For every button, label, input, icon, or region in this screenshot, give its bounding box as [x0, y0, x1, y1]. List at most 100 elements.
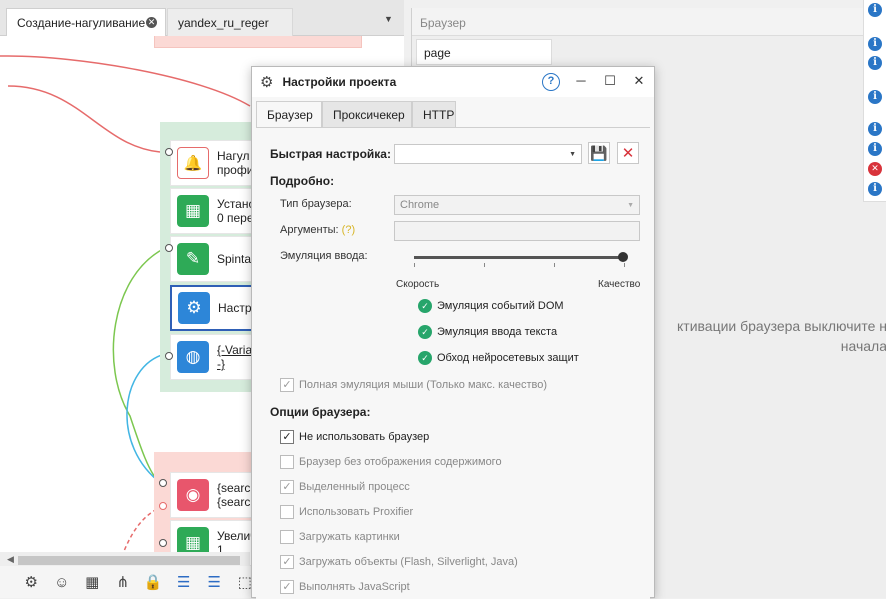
browser-type-select[interactable]: Chrome ▼ [394, 195, 640, 215]
detailed-label: Подробно: [270, 174, 335, 188]
node-label-link[interactable]: {-Varia -} [217, 343, 252, 371]
node-label-line: Устано 0 пере [217, 197, 256, 225]
javascript-checkbox[interactable]: ✓ Выполнять JavaScript [280, 580, 410, 594]
tab-page[interactable]: page [416, 39, 552, 65]
input-emulation-slider[interactable] [414, 256, 624, 259]
save-preset-button[interactable]: 💾 [588, 142, 610, 164]
neural-bypass-toggle[interactable]: ✓ Обход нейросетевых защит [418, 351, 579, 365]
tab-project-inactive-label: yandex_ru_reger [178, 16, 269, 30]
checkbox-box: ✓ [280, 480, 294, 494]
chevron-down-icon: ▼ [569, 151, 576, 158]
node-port[interactable] [165, 352, 173, 360]
full-mouse-emulation-checkbox[interactable]: ✓ Полная эмуляция мыши (Только макс. кач… [280, 378, 547, 392]
tab-proxy-checker[interactable]: Проксичекер [322, 101, 412, 127]
browser-type-label: Тип браузера: [280, 198, 352, 210]
close-icon: ✕ [621, 145, 635, 162]
info-icon[interactable]: i [868, 37, 882, 51]
proxifier-checkbox[interactable]: Использовать Proxifier [280, 505, 413, 519]
gear-icon[interactable]: ⚙ [16, 568, 47, 596]
canvas-node[interactable]: ◍ {-Varia -} [170, 334, 260, 380]
info-icon[interactable]: i [868, 182, 882, 196]
dom-events-toggle[interactable]: ✓ Эмуляция событий DOM [418, 299, 564, 313]
checkbox-label: Полная эмуляция мыши (Только макс. качес… [299, 379, 547, 391]
info-icon[interactable]: i [868, 142, 882, 156]
checkbox-label: Выделенный процесс [299, 481, 410, 493]
slider-thumb[interactable] [618, 252, 628, 262]
tab-browser[interactable]: Браузер [256, 101, 322, 127]
node-label: Устано 0 пере [217, 197, 255, 225]
user-icon[interactable]: ☺ [47, 568, 78, 596]
connection-line [7, 85, 161, 153]
canvas-node[interactable]: 🔔 Нагул профи [170, 140, 260, 186]
toggle-label: Обход нейросетевых защит [437, 352, 579, 364]
list-icon[interactable]: ☰ [169, 568, 200, 596]
arguments-label: Аргументы: (?) [280, 224, 355, 236]
canvas-node[interactable]: ▦ Устано 0 пере [170, 188, 260, 234]
toggle-icon: ◉ [177, 479, 209, 511]
info-icon[interactable]: i [868, 3, 882, 17]
toggle-label: Эмуляция ввода текста [437, 326, 558, 338]
node-port[interactable] [159, 502, 167, 510]
floppy-icon: 💾 [590, 144, 608, 161]
node-port[interactable] [159, 479, 167, 487]
headless-checkbox[interactable]: Браузер без отображения содержимого [280, 455, 502, 469]
load-objects-checkbox[interactable]: ✓ Загружать объекты (Flash, Silverlight,… [280, 555, 518, 569]
tab-project-active[interactable]: Создание-нагуливание ✕ [6, 8, 166, 36]
hierarchy-icon[interactable]: ⋔ [108, 568, 139, 596]
canvas-node-selected[interactable]: ⚙ Настро [170, 285, 260, 331]
tab-project-active-label: Создание-нагуливание [17, 16, 146, 30]
bell-icon: 🔔 [177, 147, 209, 179]
info-icon[interactable]: i [868, 122, 882, 136]
quick-setting-select[interactable]: ▼ [394, 144, 582, 164]
lock-icon[interactable]: 🔒 [138, 568, 169, 596]
info-icon[interactable]: i [868, 56, 882, 70]
check-circle-icon: ✓ [418, 351, 432, 365]
help-icon[interactable]: ? [542, 73, 560, 91]
canvas-toolbar: ⚙ ☺ ▦ ⋔ 🔒 ☰ ☰ ⬚ [0, 566, 260, 598]
canvas-node[interactable]: ◉ {search {search [170, 472, 260, 518]
horizontal-scrollbar[interactable]: ◀ [0, 552, 250, 566]
quick-setting-label: Быстрая настройка: [270, 147, 391, 161]
tab-http[interactable]: HTTP [412, 101, 456, 127]
grid-icon: ▦ [177, 195, 209, 227]
list-icon[interactable]: ☰ [199, 568, 230, 596]
checkbox-label: Использовать Proxifier [299, 506, 414, 518]
grid-icon[interactable]: ▦ [77, 568, 108, 596]
scroll-left-icon[interactable]: ◀ [7, 554, 14, 565]
error-icon[interactable]: ✕ [868, 162, 882, 176]
checkbox-box: ✓ [280, 378, 294, 392]
load-images-checkbox[interactable]: Загружать картинки [280, 530, 400, 544]
arguments-hint[interactable]: (?) [342, 224, 355, 236]
toggle-label: Эмуляция событий DOM [437, 300, 564, 312]
no-browser-checkbox[interactable]: ✓ Не использовать браузер [280, 430, 429, 444]
node-port[interactable] [159, 539, 167, 547]
node-label-line: Нагул профи [217, 149, 254, 177]
maximize-button[interactable]: ☐ [601, 73, 619, 91]
arguments-label-text: Аргументы: [280, 224, 339, 236]
chevron-down-icon[interactable]: ▼ [384, 14, 393, 24]
text-input-toggle[interactable]: ✓ Эмуляция ввода текста [418, 325, 557, 339]
globe-icon: ◍ [177, 341, 209, 373]
minimize-button[interactable]: ─ [572, 73, 590, 91]
node-port[interactable] [165, 148, 173, 156]
node-port[interactable] [165, 244, 173, 252]
close-button[interactable]: ✕ [630, 73, 648, 91]
checkbox-box: ✓ [280, 580, 294, 594]
slider-min-label: Скорость [396, 279, 440, 290]
connection-line [112, 247, 166, 483]
dialog-title: Настройки проекта [282, 75, 397, 89]
info-icon[interactable]: i [868, 90, 882, 104]
delete-preset-button[interactable]: ✕ [617, 142, 639, 164]
tab-project-inactive[interactable]: yandex_ru_reger [167, 8, 293, 36]
arguments-input[interactable] [394, 221, 640, 241]
close-icon[interactable]: ✕ [146, 17, 157, 28]
scrollbar-thumb[interactable] [18, 556, 240, 565]
checkbox-box [280, 455, 294, 469]
dedicated-process-checkbox[interactable]: ✓ Выделенный процесс [280, 480, 410, 494]
browser-message-line: начала [840, 338, 886, 354]
checkbox-box [280, 505, 294, 519]
checkbox-box [280, 530, 294, 544]
canvas-node[interactable]: ✎ Spintax [170, 236, 260, 282]
project-tab-strip: Создание-нагуливание ✕ yandex_ru_reger ▼ [0, 0, 404, 36]
connection-line [0, 55, 251, 107]
